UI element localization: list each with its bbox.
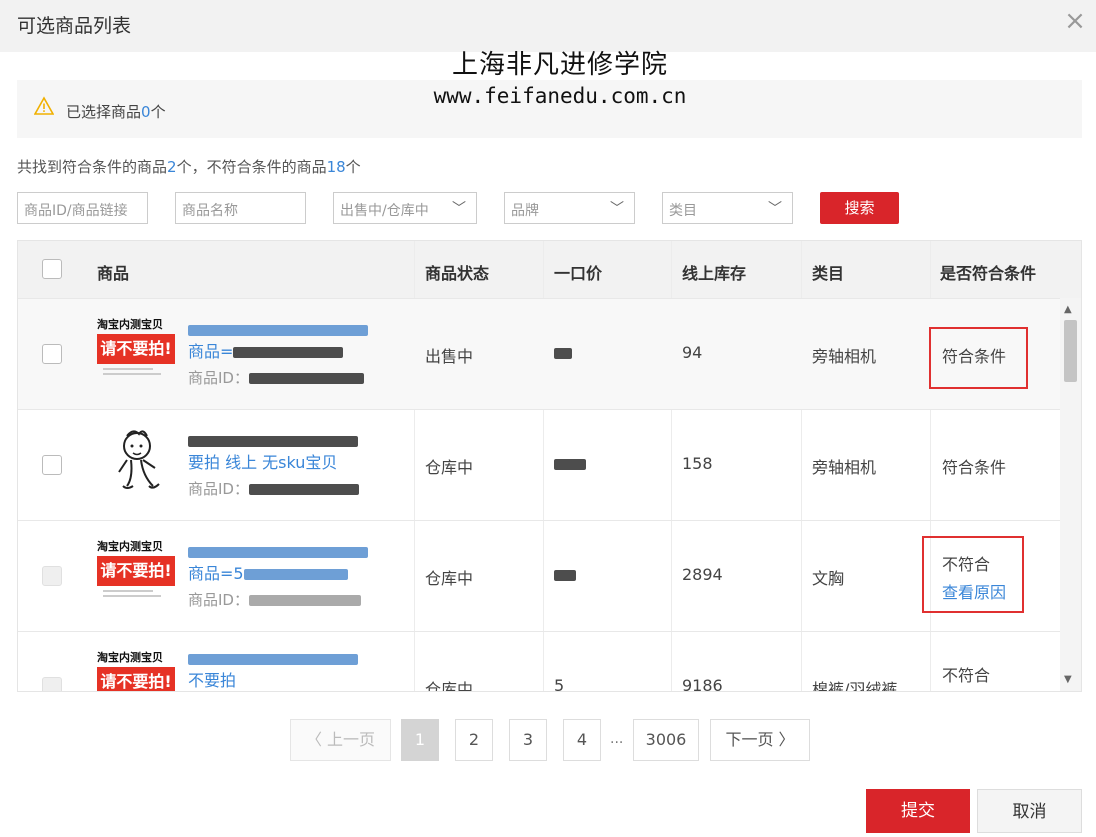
brand-select[interactable]: 品牌 ﹀ — [504, 192, 635, 224]
row-checkbox[interactable] — [42, 677, 62, 691]
column-header-category: 类目 — [812, 264, 845, 283]
table-row: 淘宝内测宝贝 请不要拍! 商品= 商品ID： 出售中 94 旁轴相机 符合条件 — [18, 298, 1060, 409]
product-name-link[interactable]: 不要拍 — [188, 648, 383, 691]
highlight-box — [929, 327, 1028, 389]
product-name-link[interactable]: 商品=5 — [188, 541, 383, 585]
product-table: 商品 商品状态 一口价 线上库存 类目 是否符合条件 淘宝内测宝贝 请不要拍! … — [17, 240, 1082, 692]
product-category: 旁轴相机 — [812, 458, 877, 477]
scrollbar-thumb[interactable] — [1064, 320, 1077, 382]
search-button[interactable]: 搜索 — [820, 192, 899, 224]
highlight-box — [922, 536, 1024, 613]
scroll-up-icon[interactable]: ▲ — [1064, 304, 1072, 315]
product-status: 出售中 — [425, 347, 474, 366]
product-stock: 9186 — [682, 676, 723, 692]
row-checkbox[interactable] — [42, 344, 62, 364]
page-button-1[interactable]: 1 — [401, 719, 439, 761]
product-thumbnail: 淘宝内测宝贝 请不要拍! — [97, 647, 177, 691]
column-header-product: 商品 — [97, 264, 130, 283]
product-category: 棉裤/羽绒裤 — [812, 680, 898, 692]
table-row: 淘宝内测宝贝 请不要拍! 商品=5 商品ID： 仓库中 2894 文胸 不符合 … — [18, 520, 1060, 631]
column-header-stock: 线上库存 — [682, 264, 747, 283]
next-page-button[interactable]: 下一页 〉 — [710, 719, 810, 761]
page-button-4[interactable]: 4 — [563, 719, 601, 761]
product-category: 旁轴相机 — [812, 347, 877, 366]
scroll-down-icon[interactable]: ▼ — [1064, 674, 1072, 685]
page-button-last[interactable]: 3006 — [633, 719, 699, 761]
close-icon[interactable]: × — [1061, 7, 1089, 35]
pagination-ellipsis: ... — [610, 731, 624, 747]
eligibility-status: 不符合 — [942, 666, 991, 685]
product-stock: 94 — [682, 343, 703, 362]
dialog-title: 可选商品列表 — [17, 15, 132, 37]
product-category: 文胸 — [812, 569, 845, 588]
table-header: 商品 商品状态 一口价 线上库存 类目 是否符合条件 — [18, 241, 1081, 298]
row-checkbox[interactable] — [42, 455, 62, 475]
product-thumbnail: 淘宝内测宝贝 请不要拍! — [97, 314, 177, 386]
select-all-checkbox[interactable] — [42, 259, 62, 279]
table-scrollbar[interactable]: ▲ ▼ — [1060, 298, 1081, 691]
product-id: 商品ID： — [188, 589, 361, 610]
product-id: 商品ID： — [188, 367, 364, 388]
product-stock: 2894 — [682, 565, 723, 584]
page-button-2[interactable]: 2 — [455, 719, 493, 761]
column-header-price: 一口价 — [554, 264, 603, 283]
column-header-eligibility: 是否符合条件 — [940, 264, 1037, 283]
product-thumbnail — [118, 430, 160, 489]
submit-button[interactable]: 提交 — [866, 789, 970, 833]
row-checkbox[interactable] — [42, 566, 62, 586]
product-status: 仓库中 — [425, 680, 474, 692]
product-status: 仓库中 — [425, 458, 474, 477]
product-price — [554, 343, 572, 362]
product-name-input[interactable]: 商品名称 — [175, 192, 306, 224]
watermark-title: 上海非凡进修学院 — [451, 50, 668, 80]
result-summary: 共找到符合条件的商品2个，不符合条件的商品18个 — [17, 158, 361, 176]
category-select[interactable]: 类目 ﹀ — [662, 192, 793, 224]
product-price — [554, 454, 586, 473]
eligibility-status: 符合条件 — [942, 458, 1007, 477]
column-header-status: 商品状态 — [425, 264, 490, 283]
cancel-button[interactable]: 取消 — [977, 789, 1082, 833]
product-id-input[interactable]: 商品ID/商品链接 — [17, 192, 148, 224]
chevron-down-icon: ﹀ — [610, 201, 624, 217]
watermark-url: www.feifanedu.com.cn — [433, 84, 687, 108]
page-button-3[interactable]: 3 — [509, 719, 547, 761]
product-thumbnail: 淘宝内测宝贝 请不要拍! — [97, 536, 177, 608]
product-status: 仓库中 — [425, 569, 474, 588]
product-id: 商品ID： — [188, 478, 359, 499]
product-name-link[interactable]: 要拍 线上 无sku宝贝 — [188, 430, 383, 474]
table-row: 要拍 线上 无sku宝贝 商品ID： 仓库中 158 旁轴相机 符合条件 — [18, 409, 1060, 520]
product-name-link[interactable]: 商品= — [188, 319, 383, 363]
product-stock: 158 — [682, 454, 713, 473]
chevron-down-icon: ﹀ — [452, 201, 466, 217]
status-select[interactable]: 出售中/仓库中 ﹀ — [333, 192, 477, 224]
prev-page-button[interactable]: 〈 上一页 — [290, 719, 391, 761]
chevron-down-icon: ﹀ — [768, 201, 782, 217]
table-row: 淘宝内测宝贝 请不要拍! 不要拍 仓库中 5 9186 棉裤/羽绒裤 不符合 — [18, 631, 1060, 692]
product-price: 5 — [554, 676, 565, 692]
product-price — [554, 565, 576, 584]
